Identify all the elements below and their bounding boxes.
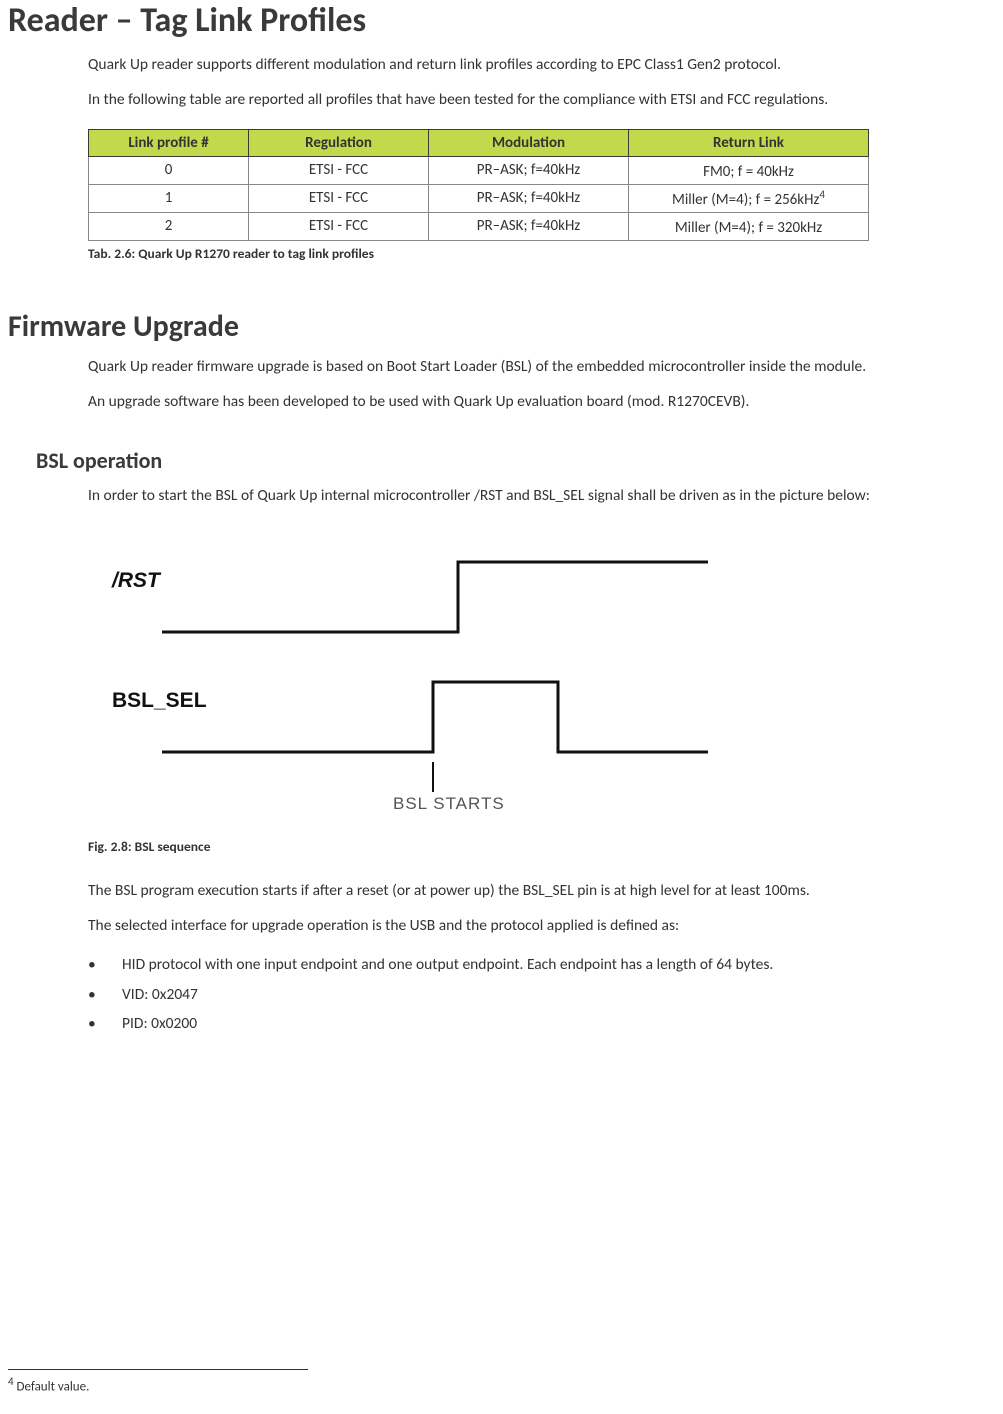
table-row: 2 ETSI - FCC PR–ASK; f=40kHz Miller (M=4…: [89, 212, 869, 240]
link-profiles-table: Link profile # Regulation Modulation Ret…: [88, 129, 958, 241]
rst-waveform-icon: [162, 562, 708, 632]
list-item: •VID: 0x2047: [88, 980, 998, 1009]
cell: 2: [89, 212, 249, 240]
cell: ETSI - FCC: [249, 212, 429, 240]
table-caption: Tab. 2.6: Quark Up R1270 reader to tag l…: [88, 245, 1003, 262]
table-row: 0 ETSI - FCC PR–ASK; f=40kHz FM0; f = 40…: [89, 156, 869, 184]
cell: Miller (M=4); f = 256kHz4: [629, 184, 869, 212]
para-bsl-1: In order to start the BSL of Quark Up in…: [88, 486, 998, 507]
list-item: •HID protocol with one input endpoint an…: [88, 950, 998, 979]
heading-bsl-operation: BSL operation: [36, 447, 1003, 474]
footnote-rule-icon: [8, 1369, 308, 1370]
cell: FM0; f = 40kHz: [629, 156, 869, 184]
cell: 0: [89, 156, 249, 184]
protocol-bullet-list: •HID protocol with one input endpoint an…: [88, 950, 998, 1038]
rst-label-text: /RST: [111, 569, 162, 592]
bsl-sequence-figure: /RST BSL_SEL BSL STARTS: [88, 537, 1003, 822]
th-modulation: Modulation: [429, 129, 629, 156]
figure-caption: Fig. 2.8: BSL sequence: [88, 838, 1003, 855]
para-intro-2: In the following table are reported all …: [88, 90, 998, 111]
cell: 1: [89, 184, 249, 212]
heading-reader-tag-link: Reader – Tag Link Profiles: [8, 0, 1003, 41]
footnote: 4 Default value.: [8, 1375, 89, 1394]
para-intro-1: Quark Up reader supports different modul…: [88, 55, 998, 76]
cell: ETSI - FCC: [249, 184, 429, 212]
th-regulation: Regulation: [249, 129, 429, 156]
table-row: 1 ETSI - FCC PR–ASK; f=40kHz Miller (M=4…: [89, 184, 869, 212]
th-return-link: Return Link: [629, 129, 869, 156]
para-fw-1: Quark Up reader firmware upgrade is base…: [88, 357, 998, 378]
heading-firmware-upgrade: Firmware Upgrade: [8, 308, 1003, 345]
cell: PR–ASK; f=40kHz: [429, 184, 629, 212]
bsl-starts-label-text: BSL STARTS: [393, 794, 505, 813]
cell: Miller (M=4); f = 320kHz: [629, 212, 869, 240]
para-bsl-3: The selected interface for upgrade opera…: [88, 916, 998, 937]
bsl-sel-waveform-icon: [162, 682, 708, 752]
list-item: •PID: 0x0200: [88, 1009, 998, 1038]
cell: PR–ASK; f=40kHz: [429, 156, 629, 184]
bsl-sel-label-text: BSL_SEL: [112, 689, 207, 712]
para-fw-2: An upgrade software has been developed t…: [88, 392, 998, 413]
cell: ETSI - FCC: [249, 156, 429, 184]
th-link-profile: Link profile #: [89, 129, 249, 156]
cell: PR–ASK; f=40kHz: [429, 212, 629, 240]
para-bsl-2: The BSL program execution starts if afte…: [88, 881, 998, 902]
